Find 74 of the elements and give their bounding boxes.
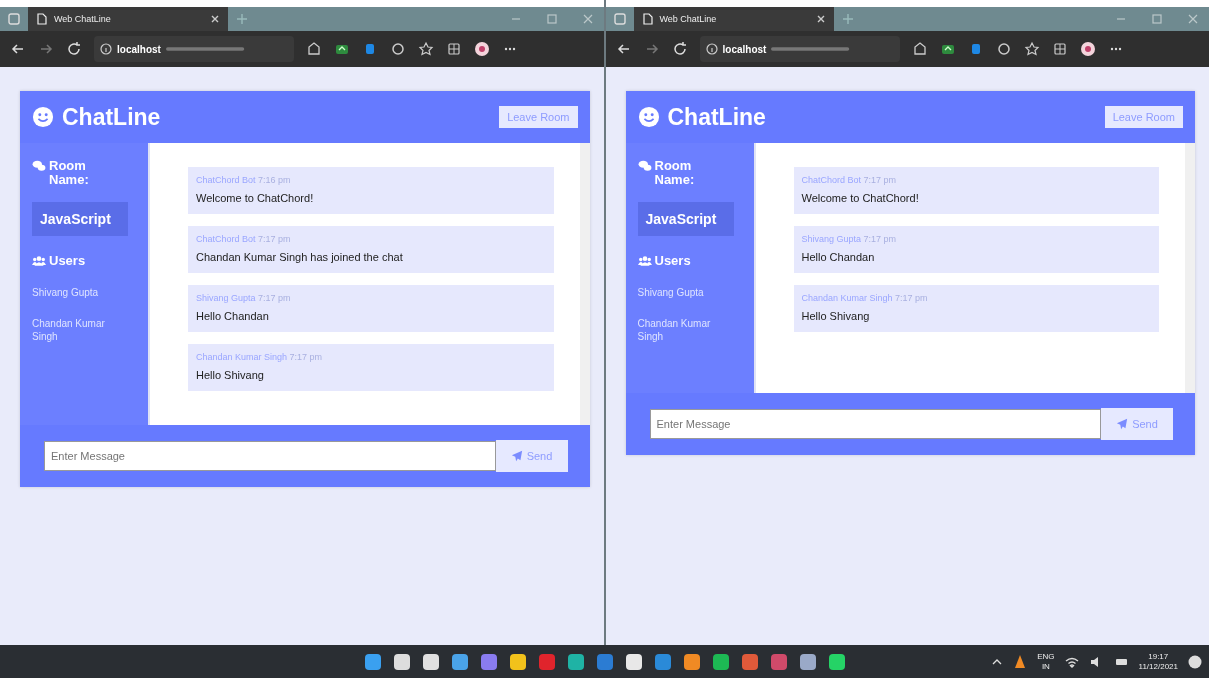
- room-name-label: Room Name:: [49, 159, 90, 188]
- paper-plane-icon: [510, 450, 523, 462]
- info-icon: [705, 43, 718, 55]
- taskbar-app-icon[interactable]: [507, 651, 528, 672]
- message-text: Hello Shivang: [801, 310, 871, 322]
- scrollbar[interactable]: [579, 143, 590, 425]
- users-label: Users: [654, 253, 691, 268]
- taskbar-app-icon[interactable]: [623, 651, 644, 672]
- language-indicator[interactable]: ENG: [1037, 651, 1055, 662]
- message-text: Welcome to ChatChord!: [801, 192, 920, 204]
- message-input-field[interactable]: Enter Message: [649, 408, 1101, 439]
- user-name: Chandan Kumar Singh: [637, 316, 712, 343]
- user-name: Shivang Gupta: [637, 285, 705, 299]
- users-icon: [637, 254, 652, 267]
- room-name: JavaScript: [32, 201, 128, 236]
- users-label: Users: [49, 253, 86, 268]
- tab-actions-icon[interactable]: [8, 13, 20, 25]
- close-icon[interactable]: [210, 14, 220, 24]
- taskbar-app-icon[interactable]: [362, 651, 383, 672]
- profile-avatar-icon[interactable]: [474, 41, 490, 57]
- taskbar-app-icon[interactable]: [420, 651, 441, 672]
- message-author: Shivang Gupta: [801, 234, 862, 244]
- message-text: Welcome to ChatChord!: [196, 192, 315, 204]
- message-text: Chandan Kumar Singh has joined the chat: [196, 251, 404, 263]
- collections-icon[interactable]: [446, 41, 462, 57]
- room-name-label: Room Name:: [654, 159, 696, 188]
- reload-icon[interactable]: [671, 41, 688, 57]
- taskbar-app-icon[interactable]: [710, 651, 731, 672]
- comments-icon: [32, 160, 46, 172]
- favorites-icon[interactable]: [1023, 41, 1040, 57]
- message-text: Hello Chandan: [801, 251, 876, 263]
- paper-plane-icon: [1116, 417, 1129, 430]
- message-author: Chandan Kumar Singh: [196, 352, 288, 362]
- comments-icon: [637, 160, 652, 172]
- close-icon[interactable]: [815, 14, 826, 24]
- info-icon: [100, 43, 112, 55]
- clock-time[interactable]: 19:17: [1148, 651, 1169, 662]
- app-title: ChatLine: [62, 103, 161, 131]
- browser-tab[interactable]: Web ChatLine: [28, 7, 228, 31]
- user-name: Chandan Kumar Singh: [32, 316, 106, 343]
- favorites-icon[interactable]: [418, 41, 434, 57]
- message-author: ChatChord Bot: [801, 175, 862, 185]
- smiley-icon: [637, 106, 660, 128]
- page-icon: [36, 13, 48, 25]
- collections-icon[interactable]: [1051, 41, 1068, 57]
- message-author: Shivang Gupta: [196, 293, 256, 303]
- clock-date[interactable]: 11/12/2021: [1138, 661, 1178, 672]
- reload-icon[interactable]: [66, 41, 82, 57]
- profile-avatar-icon[interactable]: [1079, 41, 1096, 57]
- taskbar-app-icon[interactable]: [449, 651, 470, 672]
- scrollbar[interactable]: [1185, 143, 1195, 393]
- page-icon: [641, 13, 654, 25]
- browser-tab[interactable]: Web ChatLine: [633, 7, 834, 31]
- message-author: Chandan Kumar Singh: [801, 293, 893, 303]
- tab-actions-icon[interactable]: [613, 13, 626, 25]
- notification-icon[interactable]: [1187, 653, 1203, 670]
- address-bar[interactable]: localhost: [94, 36, 294, 62]
- message-text: Hello Shivang: [196, 369, 265, 381]
- taskbar-app-icon[interactable]: [565, 651, 586, 672]
- room-name: JavaScript: [637, 201, 734, 236]
- smiley-icon: [32, 106, 54, 128]
- taskbar-app-icon[interactable]: [681, 651, 702, 672]
- address-bar[interactable]: localhost: [699, 36, 900, 62]
- taskbar-app-icon[interactable]: [797, 651, 818, 672]
- user-name: Shivang Gupta: [32, 285, 100, 299]
- app-title: ChatLine: [667, 103, 766, 131]
- message-text: Hello Chandan: [196, 310, 270, 322]
- message-author: ChatChord Bot: [196, 175, 256, 185]
- users-icon: [32, 254, 46, 267]
- region-indicator[interactable]: IN: [1041, 661, 1050, 672]
- taskbar-app-icon[interactable]: [826, 651, 847, 672]
- message-input-field[interactable]: Enter Message: [44, 441, 496, 471]
- message-author: ChatChord Bot: [196, 234, 256, 244]
- taskbar-app-icon[interactable]: [391, 651, 412, 672]
